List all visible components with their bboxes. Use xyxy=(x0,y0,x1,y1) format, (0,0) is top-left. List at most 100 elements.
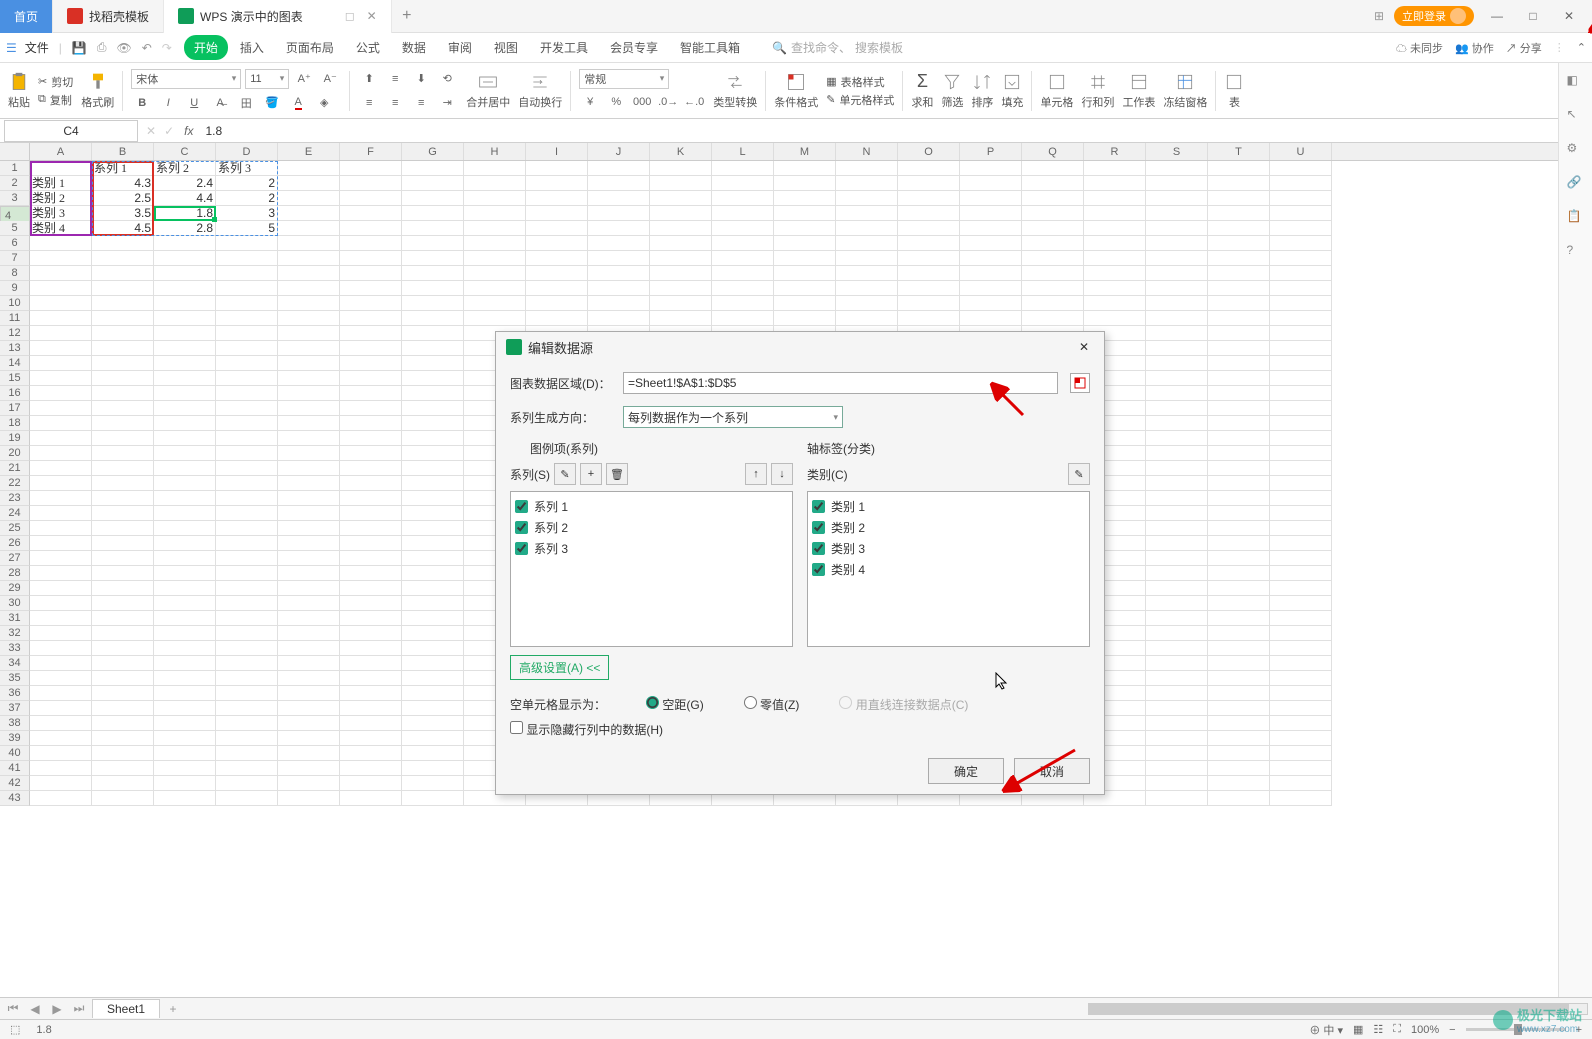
list-item[interactable]: 系列 2 xyxy=(515,517,788,538)
cell[interactable] xyxy=(278,176,340,191)
cell[interactable] xyxy=(92,491,154,506)
col-header[interactable]: Q xyxy=(1022,143,1084,160)
cell[interactable] xyxy=(278,401,340,416)
cell[interactable] xyxy=(278,416,340,431)
cell[interactable]: 系列 3 xyxy=(216,161,278,176)
cell[interactable] xyxy=(464,161,526,176)
cell[interactable] xyxy=(1208,776,1270,791)
cell[interactable] xyxy=(402,401,464,416)
cell[interactable] xyxy=(278,521,340,536)
cell[interactable] xyxy=(30,791,92,806)
cell[interactable] xyxy=(216,566,278,581)
cell[interactable] xyxy=(1270,251,1332,266)
menu-tab-insert[interactable]: 插入 xyxy=(230,35,274,60)
cell[interactable] xyxy=(154,446,216,461)
cell[interactable] xyxy=(154,371,216,386)
cell[interactable] xyxy=(30,416,92,431)
cell[interactable] xyxy=(464,236,526,251)
cell[interactable] xyxy=(154,296,216,311)
cell[interactable] xyxy=(1208,236,1270,251)
cell[interactable] xyxy=(92,311,154,326)
font-select[interactable]: 宋体▾ xyxy=(131,69,241,89)
type-convert-button[interactable]: 类型转换 xyxy=(713,72,757,110)
cell[interactable] xyxy=(278,641,340,656)
cell[interactable] xyxy=(1208,551,1270,566)
cell[interactable] xyxy=(402,296,464,311)
preview-icon[interactable]: 👁 xyxy=(116,41,131,55)
selection-icon[interactable]: ↖ xyxy=(1567,107,1585,125)
cell[interactable] xyxy=(1270,761,1332,776)
row-header[interactable]: 30 xyxy=(0,596,30,611)
cell[interactable] xyxy=(1146,326,1208,341)
cell[interactable] xyxy=(154,491,216,506)
cell[interactable] xyxy=(278,611,340,626)
row-header[interactable]: 7 xyxy=(0,251,30,266)
last-sheet-icon[interactable]: ⏭ xyxy=(70,1001,88,1016)
cell[interactable] xyxy=(92,776,154,791)
cell[interactable] xyxy=(1208,521,1270,536)
cell[interactable] xyxy=(402,161,464,176)
menu-tab-start[interactable]: 开始 xyxy=(184,35,228,60)
file-menu[interactable]: 文件 xyxy=(25,39,49,56)
cell[interactable] xyxy=(402,596,464,611)
cell[interactable] xyxy=(588,236,650,251)
cell[interactable] xyxy=(30,626,92,641)
cell[interactable] xyxy=(402,626,464,641)
save-icon[interactable]: 💾 xyxy=(72,41,87,55)
cell[interactable] xyxy=(154,596,216,611)
cell[interactable] xyxy=(216,701,278,716)
cell[interactable] xyxy=(154,251,216,266)
next-sheet-icon[interactable]: ▶ xyxy=(48,1002,66,1016)
apps-icon[interactable]: ⊞ xyxy=(1374,9,1384,23)
cell[interactable] xyxy=(340,596,402,611)
cell[interactable] xyxy=(898,206,960,221)
cell[interactable] xyxy=(712,176,774,191)
cell[interactable] xyxy=(1270,536,1332,551)
col-header[interactable]: R xyxy=(1084,143,1146,160)
cell[interactable] xyxy=(836,191,898,206)
inc-decimal-icon[interactable]: .0→ xyxy=(657,91,679,113)
col-header[interactable]: T xyxy=(1208,143,1270,160)
cell[interactable] xyxy=(1270,476,1332,491)
cell[interactable] xyxy=(712,236,774,251)
cell[interactable] xyxy=(402,491,464,506)
tab-close-icon[interactable]: ✕ xyxy=(367,9,377,23)
cell[interactable] xyxy=(1208,206,1270,221)
cell[interactable] xyxy=(1208,251,1270,266)
cell[interactable]: 2.8 xyxy=(154,221,216,236)
col-header[interactable]: E xyxy=(278,143,340,160)
tab-add-button[interactable]: + xyxy=(392,7,422,25)
redo-icon[interactable]: ↷ xyxy=(162,41,172,55)
cell[interactable] xyxy=(1208,611,1270,626)
row-header[interactable]: 42 xyxy=(0,776,30,791)
more-button[interactable]: 表 xyxy=(1224,72,1244,110)
cell[interactable] xyxy=(1270,311,1332,326)
cell[interactable] xyxy=(1146,521,1208,536)
align-middle-icon[interactable]: ≡ xyxy=(384,68,406,90)
cell[interactable] xyxy=(92,341,154,356)
cell[interactable] xyxy=(712,266,774,281)
cell[interactable] xyxy=(650,251,712,266)
cell[interactable] xyxy=(30,236,92,251)
cell[interactable]: 2 xyxy=(216,176,278,191)
cell[interactable] xyxy=(154,566,216,581)
cell[interactable] xyxy=(588,176,650,191)
cell[interactable] xyxy=(154,551,216,566)
cell[interactable] xyxy=(216,596,278,611)
cell[interactable] xyxy=(836,206,898,221)
cell[interactable] xyxy=(1270,281,1332,296)
cell[interactable] xyxy=(30,551,92,566)
cell[interactable] xyxy=(92,461,154,476)
cell[interactable] xyxy=(402,206,464,221)
table-style-button[interactable]: ▦表格样式 xyxy=(826,74,894,90)
cell[interactable] xyxy=(92,686,154,701)
cell[interactable] xyxy=(1270,671,1332,686)
freeze-button[interactable]: 冻结窗格 xyxy=(1163,72,1207,110)
sheet-button[interactable]: 工作表 xyxy=(1122,72,1155,110)
cell[interactable] xyxy=(1146,701,1208,716)
row-header[interactable]: 21 xyxy=(0,461,30,476)
formula-input[interactable]: 1.8 xyxy=(199,124,1592,138)
row-header[interactable]: 14 xyxy=(0,356,30,371)
cell[interactable] xyxy=(526,266,588,281)
cell[interactable]: 类别 3 xyxy=(30,206,92,221)
